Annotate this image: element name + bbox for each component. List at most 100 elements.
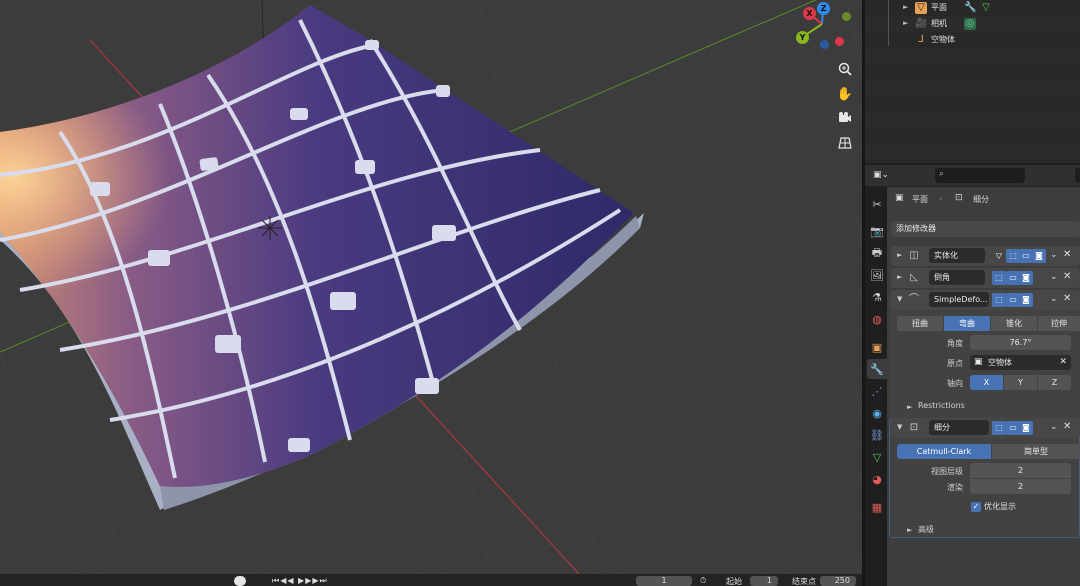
3d-viewport[interactable]: Z X Y ✋ ⏮◀◀ ▶▶▶⏭ 1 ⏱ 起始 1 结束点 250: [0, 0, 862, 586]
clock-icon[interactable]: ⏱: [700, 576, 706, 586]
expand-arrow-icon[interactable]: ►: [903, 3, 908, 11]
particles-tab-icon[interactable]: ⋰: [867, 381, 887, 401]
deform-mode-twist[interactable]: 扭曲: [897, 316, 943, 331]
deform-mode-taper[interactable]: 锥化: [991, 316, 1037, 331]
tool-tab-icon[interactable]: ✂: [867, 194, 887, 214]
deform-mode-stretch[interactable]: 拉伸: [1038, 316, 1080, 331]
collapse-arrow-icon[interactable]: ►: [897, 273, 902, 281]
search-field[interactable]: ⌕: [935, 168, 1025, 183]
delete-modifier-icon[interactable]: ✕: [1063, 421, 1071, 432]
gizmo-neg-z[interactable]: [820, 40, 829, 49]
outliner-empty-row: [865, 48, 1080, 64]
object-data-tab-icon[interactable]: ▽: [867, 447, 887, 467]
start-frame-field[interactable]: 1: [750, 576, 778, 586]
zoom-icon[interactable]: [834, 58, 856, 80]
dropdown-chevron-icon[interactable]: ⌄: [1050, 250, 1058, 260]
gizmo-x-axis[interactable]: X: [803, 7, 816, 20]
constraints-tab-icon[interactable]: ⛓: [867, 425, 887, 445]
outliner-empty-row: [865, 144, 1080, 160]
dropdown-chevron-icon[interactable]: ⌄: [1050, 422, 1058, 432]
gizmo-y-axis[interactable]: Y: [796, 31, 809, 44]
gizmo-z-axis[interactable]: Z: [817, 2, 830, 15]
wrench-icon: 🔧: [964, 2, 977, 13]
modifier-simple-deform[interactable]: ▼ ⌒ SimpleDefo... ⬚ ▭ ◙ ⌄ ✕: [891, 290, 1080, 310]
delete-modifier-icon[interactable]: ✕: [1063, 249, 1071, 260]
dropdown-chevron-icon[interactable]: ⌄: [1050, 294, 1058, 304]
render-levels-field[interactable]: 2: [970, 479, 1071, 494]
viewport-toggle-icon[interactable]: ▭: [1006, 293, 1020, 307]
modifier-solidify[interactable]: ► ◫ 实体化 ▽ ⬚ ▭ ◙ ⌄ ✕: [891, 246, 1080, 266]
viewport-toggle-icon[interactable]: ▭: [1019, 249, 1033, 263]
axis-x-button[interactable]: X: [970, 375, 1003, 390]
render-toggle-icon[interactable]: ◙: [1019, 421, 1033, 435]
output-tab-icon[interactable]: 🖶: [867, 243, 887, 263]
modifier-name-field[interactable]: 细分: [929, 420, 989, 435]
viewport-toggle-icon[interactable]: ▭: [1006, 271, 1020, 285]
subdivision-type-simple[interactable]: 简单型: [992, 444, 1080, 459]
outliner-row-plane[interactable]: ► ▽ 平面 🔧 ▽: [865, 0, 1080, 16]
modifier-bevel[interactable]: ► ◺ 倒角 ⬚ ▭ ◙ ⌄ ✕: [891, 268, 1080, 288]
collapse-arrow-icon[interactable]: ►: [897, 251, 902, 259]
world-tab-icon[interactable]: ◍: [867, 309, 887, 329]
edit-cage-toggle-icon[interactable]: ▽: [992, 249, 1006, 263]
viewport-levels-field[interactable]: 2: [970, 463, 1071, 478]
outliner-row-empty[interactable]: ⅃ 空物体: [865, 32, 1080, 48]
material-tab-icon[interactable]: ◕: [867, 469, 887, 489]
delete-modifier-icon[interactable]: ✕: [1063, 293, 1071, 304]
expand-arrow-icon[interactable]: ▼: [897, 295, 902, 303]
optimal-display-checkbox[interactable]: ✓: [971, 502, 981, 512]
angle-field[interactable]: 76.7°: [970, 335, 1071, 350]
editor-type-icon[interactable]: ▣⌄: [873, 170, 895, 183]
modifier-name-field[interactable]: 实体化: [929, 248, 985, 263]
axis-y-button[interactable]: Y: [1004, 375, 1037, 390]
search-icon: ⌕: [939, 169, 945, 179]
gizmo-neg-y[interactable]: [842, 12, 851, 21]
object-icon: ▣: [895, 193, 904, 203]
render-toggle-icon[interactable]: ◙: [1019, 271, 1033, 285]
deform-mode-bend[interactable]: 弯曲: [944, 316, 990, 331]
advanced-arrow-icon[interactable]: ►: [907, 526, 912, 534]
keyframe-dot-icon[interactable]: [234, 576, 246, 586]
clear-origin-icon[interactable]: ✕: [1059, 355, 1067, 370]
perspective-grid-icon[interactable]: [834, 132, 856, 154]
pan-hand-icon[interactable]: ✋: [834, 83, 856, 105]
advanced-subpanel[interactable]: 高级: [918, 524, 934, 535]
view-layer-tab-icon[interactable]: 🖼: [867, 265, 887, 285]
physics-tab-icon[interactable]: ◉: [867, 403, 887, 423]
expand-arrow-icon[interactable]: ▼: [897, 423, 902, 431]
modifier-subdivision[interactable]: ▼ ⊡ 细分 ⬚ ▭ ◙ ⌄ ✕: [891, 418, 1080, 438]
modifier-name-field[interactable]: SimpleDefo...: [929, 292, 989, 307]
axis-z-button[interactable]: Z: [1038, 375, 1071, 390]
scene-tab-icon[interactable]: ⚗: [867, 287, 887, 307]
outliner[interactable]: ► ▽ 平面 🔧 ▽ ► 🎥 相机 ◎ ⅃ 空物体: [865, 0, 1080, 163]
render-toggle-icon[interactable]: ◙: [1032, 249, 1046, 263]
origin-field[interactable]: ▣ 空物体 ✕: [970, 355, 1071, 370]
playback-controls[interactable]: ⏮◀◀ ▶▶▶⏭: [272, 576, 328, 586]
restrictions-subpanel[interactable]: Restrictions: [918, 401, 965, 410]
header-extra-field[interactable]: [1075, 168, 1080, 183]
modifier-name-field[interactable]: 倒角: [929, 270, 985, 285]
render-tab-icon[interactable]: 📷: [867, 221, 887, 241]
expand-arrow-icon[interactable]: ►: [903, 19, 908, 27]
object-tab-icon[interactable]: ▣: [867, 337, 887, 357]
camera-view-icon[interactable]: [834, 107, 856, 129]
render-toggle-icon[interactable]: ◙: [1019, 293, 1033, 307]
restrictions-arrow-icon[interactable]: ►: [907, 403, 912, 411]
texture-tab-icon[interactable]: ▦: [867, 497, 887, 517]
subdivision-type-catmull-clark[interactable]: Catmull-Clark: [897, 444, 991, 459]
edit-mode-toggle-icon[interactable]: ⬚: [992, 271, 1006, 285]
modifier-tab-icon[interactable]: 🔧: [867, 359, 887, 379]
edit-mode-toggle-icon[interactable]: ⬚: [992, 421, 1006, 435]
edit-mode-toggle-icon[interactable]: ⬚: [992, 293, 1006, 307]
end-frame-field[interactable]: 250: [820, 576, 856, 586]
edit-mode-toggle-icon[interactable]: ⬚: [1006, 249, 1020, 263]
empty-object-icon: ▣: [974, 357, 983, 367]
outliner-row-camera[interactable]: ► 🎥 相机 ◎: [865, 16, 1080, 32]
viewport-toggle-icon[interactable]: ▭: [1006, 421, 1020, 435]
add-modifier-button[interactable]: 添加修改器: [891, 221, 1080, 237]
timeline-bar[interactable]: ⏮◀◀ ▶▶▶⏭ 1 ⏱ 起始 1 结束点 250: [0, 574, 862, 586]
current-frame-field[interactable]: 1: [636, 576, 692, 586]
dropdown-chevron-icon[interactable]: ⌄: [1050, 272, 1058, 282]
delete-modifier-icon[interactable]: ✕: [1063, 271, 1071, 282]
gizmo-neg-x[interactable]: [835, 37, 844, 46]
